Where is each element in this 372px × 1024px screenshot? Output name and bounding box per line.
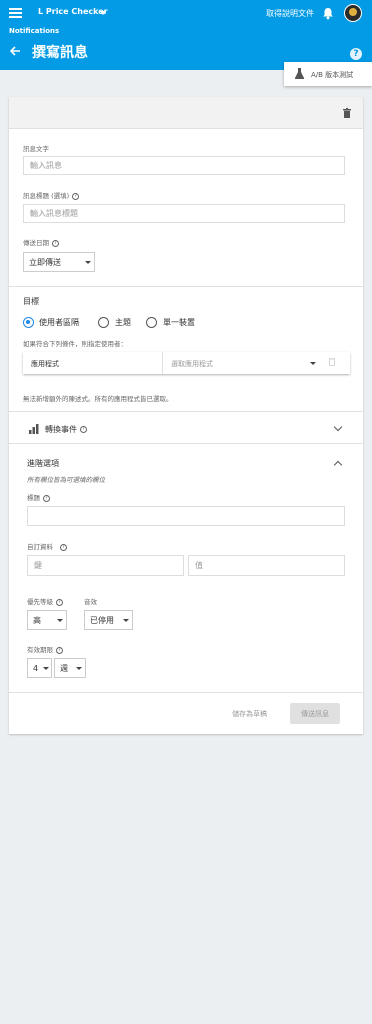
project-name[interactable]: L Price Checker [38, 7, 108, 16]
back-arrow-icon[interactable] [9, 45, 21, 57]
priority-value: 高 [33, 615, 41, 625]
expiry-unit-select[interactable]: 週 [54, 658, 86, 678]
help-icon[interactable]: ? [52, 239, 59, 247]
card-toolbar [9, 97, 363, 129]
chevron-down-icon [76, 667, 82, 670]
divider [162, 352, 163, 374]
chevron-down-icon [85, 261, 91, 264]
target-title: 目標 [23, 297, 39, 306]
help-icon[interactable]: ? [43, 494, 50, 502]
trash-icon[interactable] [329, 358, 335, 366]
expiry-unit-value: 週 [60, 663, 68, 673]
custom-data-label-text: 自訂資料 [27, 543, 53, 551]
message-text-input[interactable]: 輸入訊息 [23, 156, 345, 175]
priority-select[interactable]: 高 [27, 610, 67, 630]
chevron-down-icon[interactable] [100, 11, 106, 15]
priority-label: 優先等級? [27, 596, 63, 606]
key-placeholder: 鍵 [34, 561, 42, 570]
condition-note: 無法新增額外的陳述式。所有的應用程式皆已選取。 [23, 395, 173, 403]
send-message-button[interactable]: 傳送訊息 [290, 703, 340, 724]
advanced-options-title[interactable]: 進階選項 [27, 458, 59, 469]
sound-value: 已停用 [90, 615, 114, 625]
breadcrumb: Notifications [9, 27, 60, 35]
chevron-down-icon [57, 619, 63, 622]
divider [9, 411, 363, 412]
bell-icon[interactable] [322, 7, 334, 20]
radio-single-device-label[interactable]: 單一裝置 [163, 317, 195, 328]
send-date-label-text: 傳送日期 [23, 239, 49, 247]
chevron-down-icon[interactable] [310, 362, 316, 365]
message-title-placeholder: 輸入訊息標題 [30, 209, 78, 218]
condition-label: 如果符合下列條件，則指定使用者： [23, 340, 127, 348]
value-placeholder: 值 [195, 561, 203, 570]
message-title-label-text: 訊息標題 (選填) [23, 192, 70, 200]
message-title-label: 訊息標題 (選填)? [23, 190, 80, 200]
flask-icon [295, 68, 304, 79]
sound-label: 音效 [84, 598, 97, 606]
divider [9, 286, 363, 287]
custom-value-input[interactable]: 值 [188, 555, 345, 576]
radio-topic-label[interactable]: 主題 [115, 317, 131, 328]
advanced-subtitle: 所有欄位皆為可選填的欄位 [27, 476, 105, 484]
adv-title-label: 標題? [27, 492, 50, 502]
message-text-label: 訊息文字 [23, 145, 49, 153]
divider [9, 692, 363, 693]
priority-label-text: 優先等級 [27, 598, 53, 606]
conversion-events-header[interactable]: 轉換事件? [45, 424, 87, 435]
expiry-label-text: 有效期限 [27, 646, 53, 654]
custom-data-label: 自訂資料? [27, 541, 67, 551]
divider [9, 443, 363, 444]
chevron-down-icon [43, 667, 49, 670]
conversion-title: 轉換事件 [45, 425, 77, 434]
app-select[interactable]: 選取應用程式 [171, 359, 213, 369]
adv-title-label-text: 標題 [27, 494, 40, 502]
app-header: L Price Checker 取得說明文件 Notifications 撰寫訊… [0, 0, 372, 70]
ab-test-menu-item[interactable]: A/B 版本測試 [284, 62, 372, 86]
help-icon[interactable]: ? [56, 646, 63, 654]
compose-card: 訊息文字 輸入訊息 訊息標題 (選填)? 輸入訊息標題 傳送日期? 立即傳送 目… [9, 97, 363, 734]
trash-icon[interactable] [343, 108, 351, 118]
radio-user-segment[interactable] [23, 317, 34, 328]
custom-key-input[interactable]: 鍵 [27, 555, 184, 576]
bar-chart-icon [29, 424, 39, 434]
radio-user-segment-label[interactable]: 使用者區隔 [39, 317, 79, 328]
ab-test-label: A/B 版本測試 [311, 71, 354, 79]
help-icon[interactable]: ? [80, 426, 87, 433]
help-icon[interactable]: ? [350, 48, 362, 60]
radio-topic[interactable] [98, 317, 109, 328]
save-draft-button[interactable]: 儲存為草稿 [232, 709, 267, 719]
help-icon[interactable]: ? [60, 543, 67, 551]
message-text-placeholder: 輸入訊息 [30, 161, 62, 170]
condition-row: 應用程式 選取應用程式 [23, 352, 350, 374]
message-title-input[interactable]: 輸入訊息標題 [23, 204, 345, 223]
expiry-number-value: 4 [33, 663, 39, 673]
radio-single-device[interactable] [146, 317, 157, 328]
chevron-down-icon[interactable] [333, 422, 343, 432]
help-icon[interactable]: ? [72, 192, 80, 200]
docs-link[interactable]: 取得說明文件 [266, 8, 314, 19]
page-title: 撰寫訊息 [32, 45, 88, 61]
send-date-value: 立即傳送 [29, 257, 61, 267]
sound-select[interactable]: 已停用 [84, 610, 133, 630]
expiry-label: 有效期限? [27, 644, 63, 654]
avatar[interactable] [344, 4, 362, 22]
adv-title-input[interactable] [27, 506, 345, 526]
send-date-label: 傳送日期? [23, 237, 59, 247]
send-date-select[interactable]: 立即傳送 [23, 252, 95, 272]
expiry-number-select[interactable]: 4 [27, 658, 52, 678]
chevron-up-icon[interactable] [333, 460, 343, 470]
help-icon[interactable]: ? [56, 598, 63, 606]
condition-field: 應用程式 [31, 360, 59, 368]
chevron-down-icon [123, 619, 129, 622]
menu-icon[interactable] [9, 8, 22, 18]
